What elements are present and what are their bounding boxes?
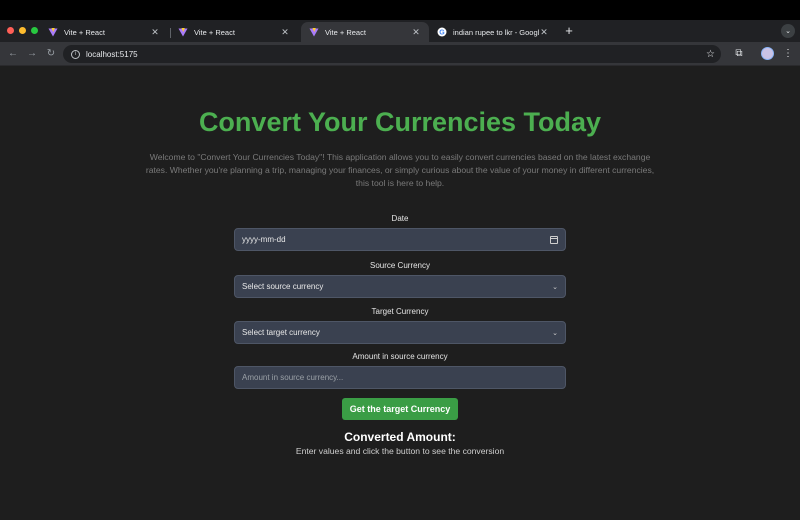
close-tab-icon[interactable]: ✕ [539,27,549,38]
converted-amount-heading: Converted Amount: [344,430,456,444]
browser-tab[interactable]: Vite + React ✕ [40,22,168,42]
close-tab-icon[interactable]: ✕ [150,27,160,38]
chevron-down-icon: ⌄ [552,283,558,291]
new-tab-icon[interactable]: + [563,24,575,38]
vite-icon [309,27,319,37]
url-text[interactable]: localhost:5175 [86,50,706,59]
tab-label: Vite + React [194,27,235,37]
browser-tab-active[interactable]: Vite + React ✕ [301,22,429,42]
date-input[interactable]: yyyy-mm-dd [234,228,566,251]
tab-label: indian rupee to lkr - Google S [453,27,539,37]
source-currency-select[interactable]: Select source currency ⌄ [234,275,566,298]
site-info-icon[interactable]: i [71,49,80,59]
vite-icon [178,27,188,37]
chevron-down-icon: ⌄ [552,329,558,337]
window-controls [7,27,38,34]
svg-text:G: G [439,30,445,37]
profile-avatar[interactable] [761,47,774,60]
amount-placeholder: Amount in source currency... [242,373,344,382]
target-currency-label: Target Currency [371,307,429,316]
tab-label: Vite + React [325,27,366,37]
amount-label: Amount in source currency [352,352,448,361]
page-title: Convert Your Currencies Today [198,107,602,137]
minimize-window-button[interactable] [19,27,26,34]
forward-icon[interactable]: → [25,47,39,61]
back-icon[interactable]: ← [6,47,20,61]
date-placeholder: yyyy-mm-dd [242,235,286,244]
close-tab-icon[interactable]: ✕ [411,27,421,38]
vite-icon [48,27,58,37]
calendar-icon[interactable] [550,235,558,244]
get-target-currency-button[interactable]: Get the target Currency [342,398,458,420]
converted-amount-text: Enter values and click the button to see… [295,446,505,456]
reload-icon[interactable]: ↻ [44,47,58,61]
google-icon: G [437,27,447,37]
source-currency-value: Select source currency [242,282,324,291]
app-page: Convert Your Currencies Today Welcome to… [0,67,800,520]
source-currency-label: Source Currency [369,261,431,270]
address-bar[interactable]: i localhost:5175 ☆ [63,45,721,63]
amount-input[interactable]: Amount in source currency... [234,366,566,389]
tab-label: Vite + React [64,27,105,37]
bookmark-star-icon[interactable]: ☆ [706,49,715,60]
browser-tab[interactable]: Vite + React ✕ [170,22,298,42]
intro-paragraph: Welcome to "Convert Your Currencies Toda… [145,152,655,188]
browser-tab[interactable]: G indian rupee to lkr - Google S ✕ [429,22,557,42]
tab-bar: Vite + React ✕ Vite + React ✕ Vite + Rea… [0,20,800,42]
browser-menu-icon[interactable]: ⋮ [781,47,795,61]
target-currency-select[interactable]: Select target currency ⌄ [234,321,566,344]
tab-search-chevron-icon[interactable]: ⌄ [781,24,795,38]
browser-toolbar: ← → ↻ i localhost:5175 ☆ ⧉ ⋮ [0,42,800,66]
maximize-window-button[interactable] [31,27,38,34]
close-window-button[interactable] [7,27,14,34]
top-strip [0,0,800,20]
close-tab-icon[interactable]: ✕ [280,27,290,38]
extensions-icon[interactable]: ⧉ [732,47,746,61]
date-label: Date [391,214,409,223]
target-currency-value: Select target currency [242,328,320,337]
